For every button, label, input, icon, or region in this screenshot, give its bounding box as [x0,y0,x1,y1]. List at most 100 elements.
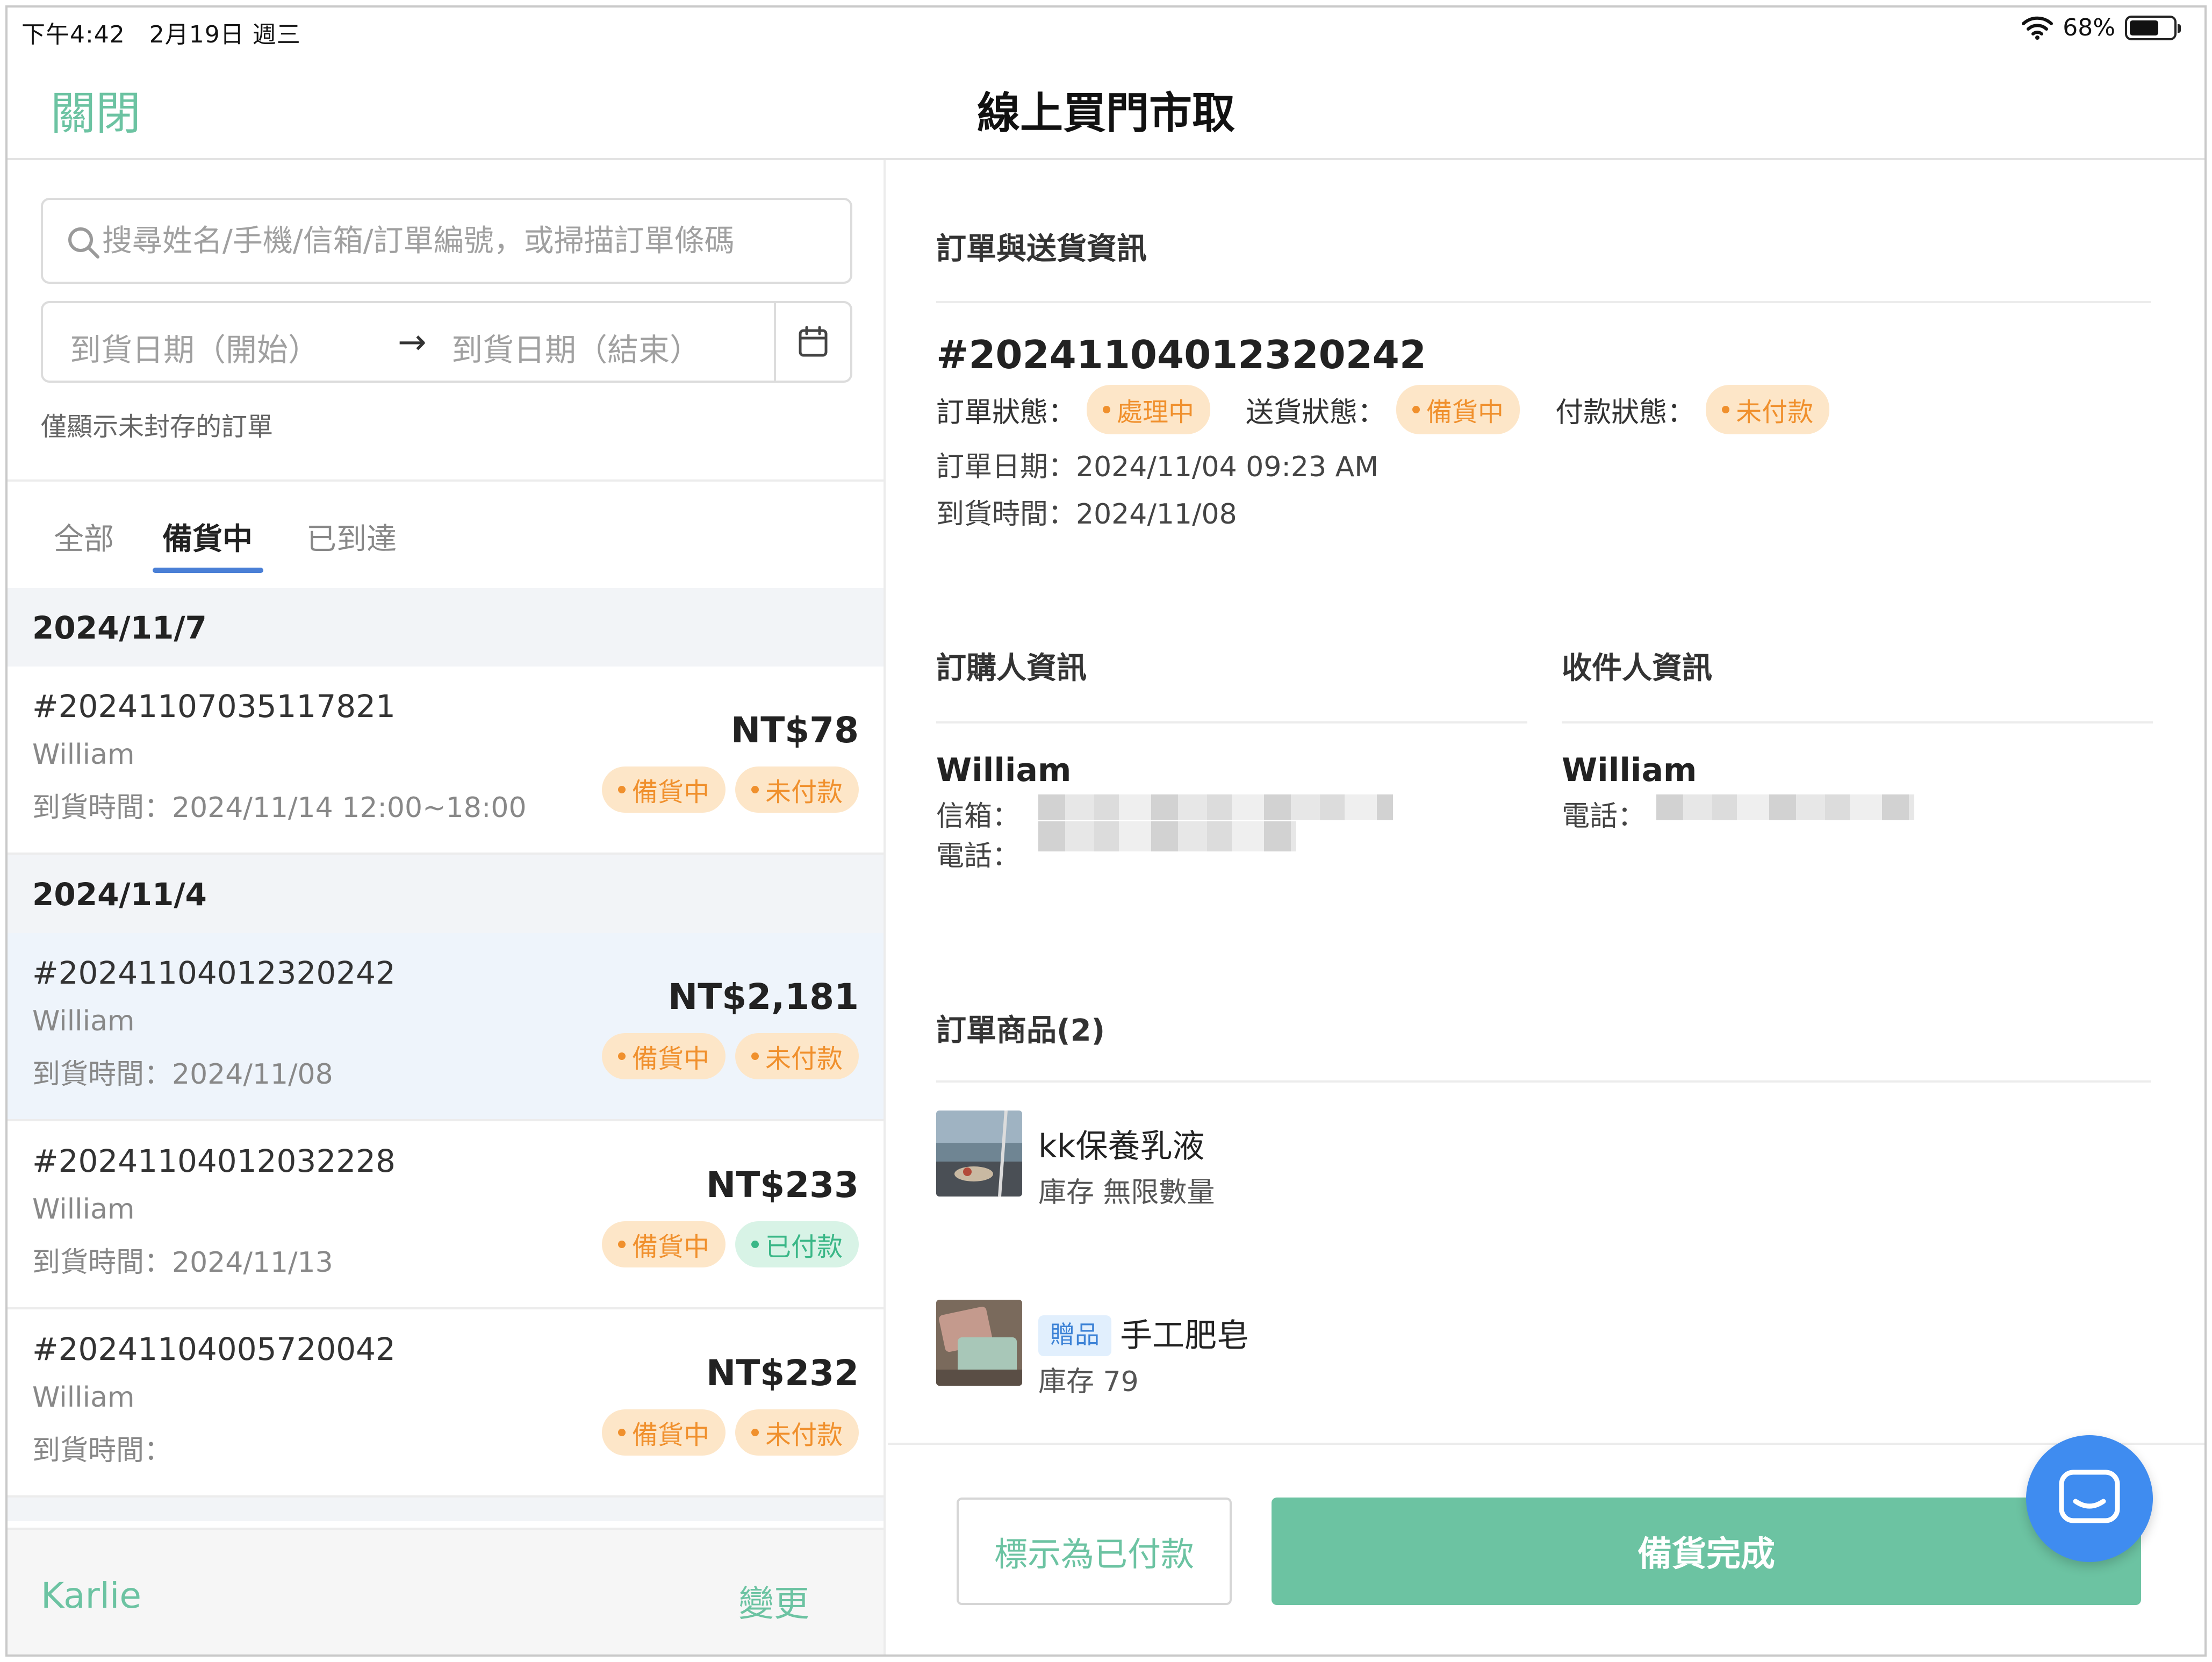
payment-status-badge: 未付款 [735,1033,859,1079]
dot-icon [751,1052,759,1060]
search-icon [68,227,99,259]
status-time: 下午4:42 [21,21,125,48]
badge-text: 未付款 [765,1420,843,1450]
mark-paid-button[interactable]: 標示為已付款 [957,1498,1232,1605]
order-status-label: 訂單狀態： [936,396,1076,429]
order-list-panel: 到貨日期（開始） → 到貨日期（結束） 僅顯示未封存的訂單 全部 備貨中 已到達… [8,160,886,1654]
arrival-time: 到貨時間：2024/11/08 [936,498,1237,531]
receiver-name: William [1562,751,1697,789]
badge-text: 備貨中 [1426,397,1504,427]
date-group-header: 2024/11/4 [8,855,884,933]
arrival-time: 到貨時間：2024/11/08 [32,1058,333,1091]
calendar-button[interactable] [774,303,850,381]
receiver-section-title: 收件人資訊 [1562,651,1712,686]
items-section-title: 訂單商品(2) [936,1013,1105,1048]
dot-icon [751,786,759,793]
dot-icon [617,786,626,793]
photo-image [936,1111,1022,1197]
badge-text: 備貨中 [631,1044,709,1074]
order-detail-panel: 訂單與送貨資訊 #20241104012320242 訂單狀態： 處理中 送貨狀… [888,160,2204,1654]
unarchived-filter-note[interactable]: 僅顯示未封存的訂單 [41,405,273,443]
product-name-row: 贈品 手工肥皂 [1038,1309,1249,1356]
status-date: 2月19日 週三 [149,21,301,48]
divider [1562,721,2153,723]
order-section-title: 訂單與送貨資訊 [936,232,1147,267]
order-row[interactable]: #20241104012032228 William 到貨時間：2024/11/… [8,1121,884,1309]
dot-icon [617,1429,626,1436]
order-row-selected[interactable]: #20241104012320242 William 到貨時間：2024/11/… [8,933,884,1121]
customer-name: William [32,1005,135,1037]
order-amount: NT$2,181 [668,976,859,1018]
chat-button[interactable] [2026,1435,2153,1562]
chat-icon [2059,1470,2120,1523]
search-input[interactable] [102,223,833,259]
change-staff-button[interactable]: 變更 [738,1575,809,1627]
buyer-section-title: 訂購人資訊 [936,651,1087,686]
staff-name: Karlie [41,1575,141,1616]
order-row[interactable]: #20241107035117821 William 到貨時間：2024/11/… [8,667,884,855]
arrival-time: 到貨時間： [32,1435,173,1467]
dot-icon [1103,406,1111,413]
buyer-email-label: 信箱： [936,800,1021,833]
order-amount: NT$78 [730,710,859,751]
dot-icon [617,1241,626,1248]
badge-text: 備貨中 [631,1420,709,1450]
delivery-status-badge: 備貨中 [1396,385,1520,434]
date-range-filter: 到貨日期（開始） → 到貨日期（結束） [41,301,852,383]
order-number: #20241107035117821 [32,688,396,725]
battery-icon [2125,15,2181,40]
next-date-header-partial [8,1498,884,1521]
customer-name: William [32,739,135,771]
staff-footer: Karlie 變更 [8,1528,884,1654]
search-box[interactable] [41,198,852,284]
order-date: 訂單日期：2024/11/04 09:23 AM [936,451,1379,483]
order-row[interactable]: #20241104005720042 William 到貨時間： NT$232 … [8,1309,884,1498]
product-stock: 庫存 無限數量 [1038,1177,1215,1209]
status-badges: 備貨中 未付款 [601,766,859,813]
date-group-header: 2024/11/7 [8,588,884,667]
status-badges: 備貨中 已付款 [601,1221,859,1267]
dot-icon [1412,406,1420,413]
action-bar: 標示為已付款 備貨完成 [888,1443,2204,1654]
dot-icon [751,1241,759,1248]
dot-icon [751,1429,759,1436]
payment-status-badge: 已付款 [735,1221,859,1267]
tab-arrived[interactable]: 已到達 [306,515,397,558]
active-tab-indicator [153,568,263,573]
order-list: 2024/11/7 #20241107035117821 William 到貨時… [8,588,884,1521]
product-item[interactable]: kk保養乳液 庫存 無限數量 [936,1111,1581,1209]
badge-text: 備貨中 [631,777,709,807]
date-start-field[interactable]: 到貨日期（開始） [70,325,319,370]
receiver-phone-label: 電話： [1562,800,1646,833]
buyer-phone-label: 電話： [936,840,1021,872]
nav-bar: 關閉 線上買門市取 [8,53,2204,160]
customer-name: William [32,1193,135,1226]
badge-text: 未付款 [1736,397,1814,427]
product-item[interactable]: 贈品 手工肥皂 庫存 79 [936,1300,1581,1398]
order-number: #20241104005720042 [32,1331,396,1367]
date-end-field[interactable]: 到貨日期（結束） [451,325,701,370]
redacted-phone [1038,821,1296,851]
status-badges: 備貨中 未付款 [601,1033,859,1079]
badge-text: 備貨中 [631,1232,709,1262]
product-thumbnail [936,1300,1022,1386]
payment-status-label: 付款狀態： [1555,396,1696,429]
tab-preparing[interactable]: 備貨中 [162,515,253,558]
arrival-time: 到貨時間：2024/11/14 12:00~18:00 [32,792,527,824]
photo-image [936,1300,1022,1386]
order-amount: NT$232 [706,1352,859,1394]
order-amount: NT$233 [706,1164,859,1206]
prep-status-badge: 備貨中 [601,766,726,813]
badge-text: 處理中 [1117,397,1195,427]
divider [8,479,884,482]
tab-all[interactable]: 全部 [54,515,114,558]
product-thumbnail [936,1111,1022,1197]
battery-percent: 68% [2063,14,2115,41]
payment-status-badge: 未付款 [735,1409,859,1456]
product-stock: 庫存 79 [1038,1366,1139,1398]
divider [936,301,2151,303]
battery-level [2130,20,2159,35]
preparation-done-button[interactable]: 備貨完成 [1272,1498,2141,1605]
order-number: #20241104012320242 [32,955,396,991]
status-row: 訂單狀態： 處理中 送貨狀態： 備貨中 付款狀態： 未付款 [936,385,1865,434]
